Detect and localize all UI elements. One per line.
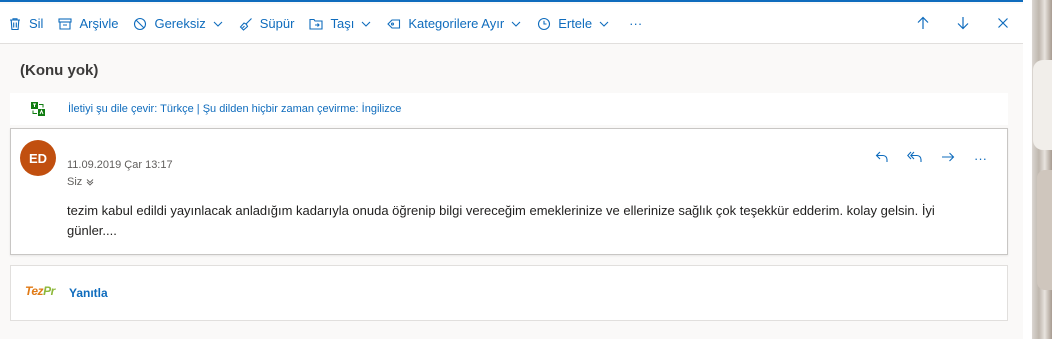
forward-icon xyxy=(941,150,955,167)
sweep-button[interactable]: Süpür xyxy=(231,8,302,40)
chevron-down-icon xyxy=(360,18,372,30)
chevron-down-icon xyxy=(85,177,95,187)
broom-icon xyxy=(238,16,254,32)
clock-icon xyxy=(536,16,552,32)
trash-icon xyxy=(7,16,23,32)
command-toolbar: Sil Arşivle Gereksiz Süpür Taşı Kategori… xyxy=(0,4,1023,44)
archive-icon xyxy=(57,16,73,32)
message-subject: (Konu yok) xyxy=(20,62,99,79)
arrow-up-icon xyxy=(916,16,930,33)
reply-all-icon xyxy=(906,150,923,167)
message-date: 11.09.2019 Çar 13:17 xyxy=(67,159,173,171)
tag-icon xyxy=(386,16,402,32)
chevron-down-icon xyxy=(598,18,610,30)
close-button[interactable] xyxy=(983,8,1023,40)
next-message-button[interactable] xyxy=(943,8,983,40)
more-actions-button[interactable]: ··· xyxy=(617,8,654,40)
snooze-button[interactable]: Ertele xyxy=(529,8,617,40)
reply-icon xyxy=(875,150,889,167)
delete-button[interactable]: Sil xyxy=(0,8,50,40)
close-icon xyxy=(997,17,1009,32)
reply-all-button[interactable] xyxy=(898,147,931,169)
junk-button[interactable]: Gereksiz xyxy=(125,8,230,40)
previous-message-button[interactable] xyxy=(903,8,943,40)
tezpro-logo: TezPr xyxy=(25,284,55,298)
message-actions: ··· xyxy=(865,147,997,169)
forward-button[interactable] xyxy=(931,147,964,169)
avatar: ED xyxy=(20,140,56,176)
categorize-button[interactable]: Kategorilere Ayır xyxy=(379,8,529,40)
translate-link[interactable]: İletiyi şu dile çevir: Türkçe | Şu dilde… xyxy=(68,103,401,115)
chevron-down-icon xyxy=(212,18,224,30)
translate-bar: İletiyi şu dile çevir: Türkçe | Şu dilde… xyxy=(10,93,1008,125)
reply-link[interactable]: Yanıtla xyxy=(69,286,108,300)
message-card: ED 11.09.2019 Çar 13:17 Siz ··· tezim ka… xyxy=(10,128,1008,255)
message-more-button[interactable]: ··· xyxy=(964,147,997,169)
reply-button[interactable] xyxy=(865,147,898,169)
navigation-controls xyxy=(903,8,1023,40)
translate-icon xyxy=(30,101,46,117)
recipients[interactable]: Siz xyxy=(67,176,95,188)
chevron-down-icon xyxy=(510,18,522,30)
reading-pane: Sil Arşivle Gereksiz Süpür Taşı Kategori… xyxy=(0,0,1023,339)
block-icon xyxy=(132,16,148,32)
move-folder-icon xyxy=(308,16,324,32)
archive-button[interactable]: Arşivle xyxy=(50,8,125,40)
message-body: tezim kabul edildi yayınlacak anladığım … xyxy=(67,203,935,238)
recipient-label: Siz xyxy=(67,176,83,188)
arrow-down-icon xyxy=(956,16,970,33)
move-button[interactable]: Taşı xyxy=(301,8,379,40)
background-photo xyxy=(1023,0,1052,339)
more-icon: ··· xyxy=(974,150,987,166)
reply-card: TezPr Yanıtla xyxy=(10,265,1008,321)
